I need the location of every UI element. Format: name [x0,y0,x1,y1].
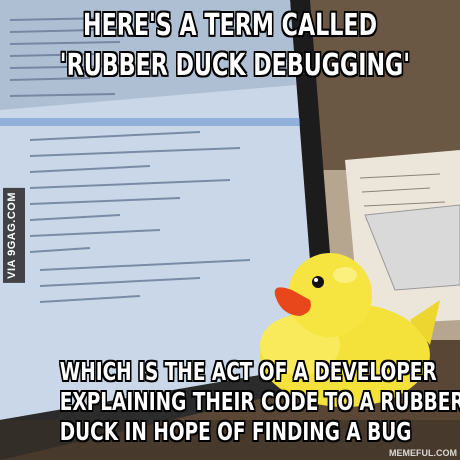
bottom-caption-line-1: WHICH IS THE ACT OF A DEVELOPER [59,357,437,386]
top-caption-line-1: HERE'S A TERM CALLED [82,8,378,44]
watermark: VIA 9GAG.COM [3,188,25,283]
bottom-caption-line-2: EXPLAINING THEIR CODE TO A RUBBER [59,387,460,416]
bottom-caption-line-3: DUCK IN HOPE OF FINDING A BUG [59,417,412,446]
credit-watermark: MEMEFUL.COM [389,448,457,458]
meme-image: VIA 9GAG.COM HERE'S A TERM CALLED 'RUBBE… [0,0,460,460]
top-caption-line-2: 'RUBBER DUCK DEBUGGING' [59,48,411,84]
